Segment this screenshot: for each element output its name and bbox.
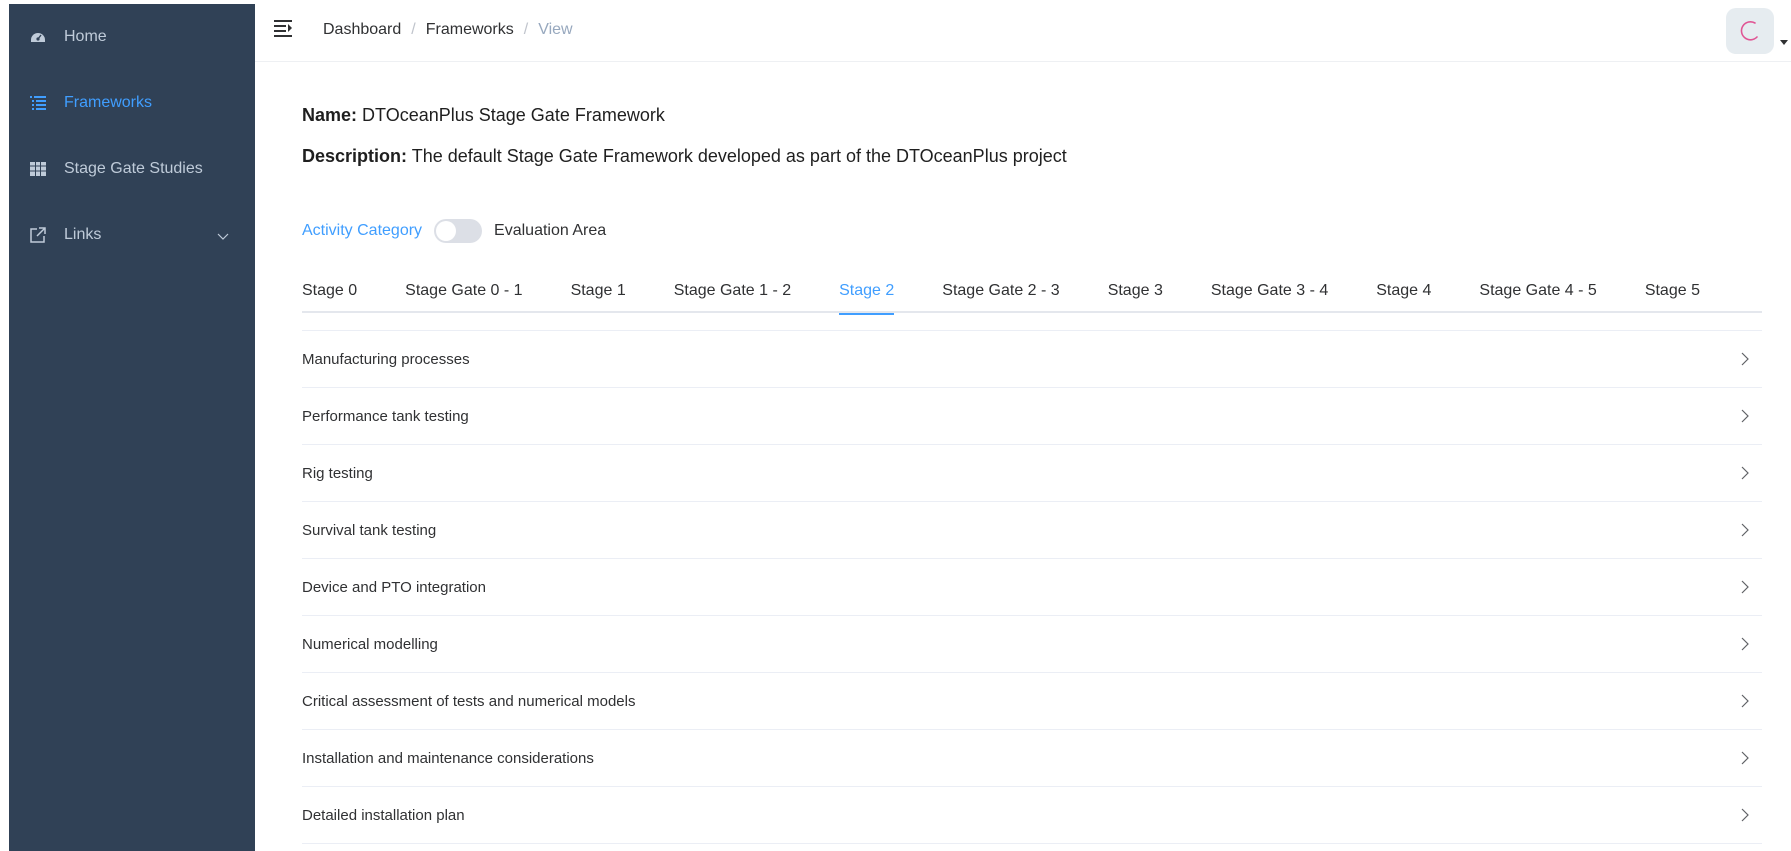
table-icon bbox=[29, 160, 47, 178]
toggle-right-label[interactable]: Evaluation Area bbox=[494, 222, 606, 240]
navbar: Dashboard / Frameworks / View bbox=[255, 0, 1791, 62]
view-toggle-switch[interactable] bbox=[434, 219, 483, 243]
view-toggle: Activity Category Evaluation Area bbox=[302, 219, 606, 243]
loading-spinner-icon bbox=[1740, 20, 1758, 41]
list-item[interactable]: Installation and maintenance considerati… bbox=[302, 730, 1762, 787]
list-item-label: Device and PTO integration bbox=[302, 578, 486, 596]
description-label: Description: bbox=[302, 146, 408, 166]
chevron-right-icon bbox=[1738, 352, 1752, 366]
chevron-down-icon bbox=[217, 228, 229, 246]
tab-stage-2[interactable]: Stage 2 bbox=[839, 274, 895, 315]
list-icon bbox=[29, 94, 47, 112]
caret-down-icon[interactable] bbox=[1780, 40, 1788, 45]
list-item[interactable]: Rig testing bbox=[302, 445, 1762, 502]
name-value: DTOceanPlus Stage Gate Framework bbox=[362, 105, 665, 125]
tab-stage-gate-1-2[interactable]: Stage Gate 1 - 2 bbox=[674, 274, 791, 313]
tab-stage-3[interactable]: Stage 3 bbox=[1108, 274, 1163, 313]
breadcrumb-frameworks[interactable]: Frameworks bbox=[426, 21, 514, 39]
chevron-right-icon bbox=[1738, 694, 1752, 708]
tab-stage-4[interactable]: Stage 4 bbox=[1376, 274, 1431, 313]
sidebar-item-links[interactable]: Links bbox=[9, 202, 255, 268]
avatar[interactable] bbox=[1726, 8, 1774, 54]
sidebar-item-stage-gate-studies[interactable]: Stage Gate Studies bbox=[9, 136, 255, 202]
breadcrumb-separator: / bbox=[523, 21, 529, 38]
list-item-label: Detailed installation plan bbox=[302, 806, 465, 824]
toggle-left-label[interactable]: Activity Category bbox=[302, 222, 422, 240]
sidebar-item-home[interactable]: Home bbox=[9, 4, 255, 70]
chevron-right-icon bbox=[1738, 751, 1752, 765]
chevron-right-icon bbox=[1738, 580, 1752, 594]
chevron-right-icon bbox=[1738, 637, 1752, 651]
breadcrumb-current: View bbox=[538, 21, 573, 38]
sidebar-item-label: Links bbox=[64, 226, 102, 243]
chevron-right-icon bbox=[1738, 808, 1752, 822]
sidebar-item-frameworks[interactable]: Frameworks bbox=[9, 70, 255, 136]
sidebar-item-label: Frameworks bbox=[64, 94, 153, 111]
list-item[interactable]: Critical assessment of tests and numeric… bbox=[302, 673, 1762, 730]
activity-list: Manufacturing processes Performance tank … bbox=[302, 330, 1762, 844]
tab-stage-5[interactable]: Stage 5 bbox=[1645, 274, 1700, 313]
list-item[interactable]: Survival tank testing bbox=[302, 502, 1762, 559]
tab-stage-gate-4-5[interactable]: Stage Gate 4 - 5 bbox=[1479, 274, 1596, 313]
list-item-label: Performance tank testing bbox=[302, 407, 469, 425]
toggle-knob bbox=[436, 221, 457, 241]
sidebar-item-label: Home bbox=[64, 28, 107, 45]
list-item-label: Survival tank testing bbox=[302, 521, 437, 539]
list-item-label: Manufacturing processes bbox=[302, 350, 470, 368]
dashboard-icon bbox=[29, 28, 47, 46]
name-label: Name: bbox=[302, 105, 358, 125]
list-item-label: Installation and maintenance considerati… bbox=[302, 749, 594, 767]
sidebar-item-label: Stage Gate Studies bbox=[64, 160, 203, 177]
list-item-label: Rig testing bbox=[302, 464, 373, 482]
external-link-icon bbox=[29, 226, 47, 244]
chevron-right-icon bbox=[1738, 523, 1752, 537]
breadcrumb-dashboard[interactable]: Dashboard bbox=[323, 21, 401, 39]
list-item-label: Numerical modelling bbox=[302, 635, 438, 653]
tab-stage-gate-0-1[interactable]: Stage Gate 0 - 1 bbox=[405, 274, 522, 313]
stage-tabs: Stage 0 Stage Gate 0 - 1 Stage 1 Stage Gate… bbox=[302, 274, 1762, 315]
framework-description: Description: The default Stage Gate Fram… bbox=[302, 143, 1067, 169]
list-item[interactable]: Performance tank testing bbox=[302, 388, 1762, 445]
sidebar: Home Frameworks Stage Gate Studies Links bbox=[9, 4, 255, 851]
tab-stage-gate-2-3[interactable]: Stage Gate 2 - 3 bbox=[942, 274, 1059, 313]
list-item-label: Critical assessment of tests and numeric… bbox=[302, 692, 636, 710]
chevron-right-icon bbox=[1738, 409, 1752, 423]
description-value: The default Stage Gate Framework develop… bbox=[411, 146, 1067, 166]
list-item[interactable]: Device and PTO integration bbox=[302, 559, 1762, 616]
tab-stage-0[interactable]: Stage 0 bbox=[302, 274, 357, 313]
list-item[interactable]: Detailed installation plan bbox=[302, 787, 1762, 844]
breadcrumb: Dashboard / Frameworks / View bbox=[323, 21, 573, 39]
hamburger-icon[interactable] bbox=[274, 18, 296, 38]
breadcrumb-separator: / bbox=[411, 21, 416, 38]
tab-stage-gate-3-4[interactable]: Stage Gate 3 - 4 bbox=[1211, 274, 1328, 313]
tab-stage-1[interactable]: Stage 1 bbox=[571, 274, 626, 313]
list-item[interactable]: Numerical modelling bbox=[302, 616, 1762, 673]
list-item[interactable]: Manufacturing processes bbox=[302, 331, 1762, 388]
framework-name: Name: DTOceanPlus Stage Gate Framework bbox=[302, 102, 665, 128]
chevron-right-icon bbox=[1738, 466, 1752, 480]
